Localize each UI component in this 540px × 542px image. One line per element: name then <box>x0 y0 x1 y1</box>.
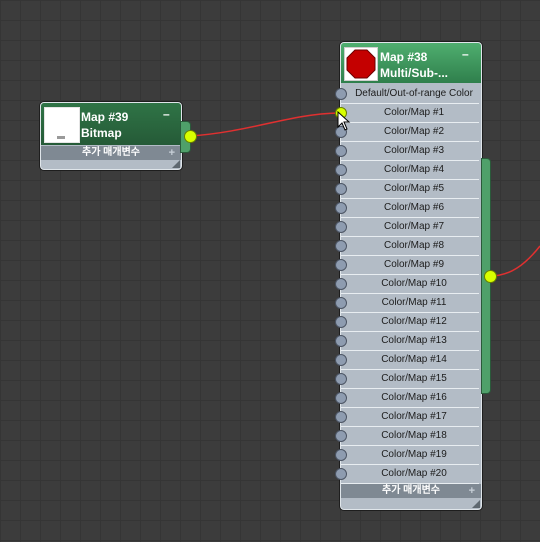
slot-label: Color/Map #8 <box>383 240 445 251</box>
slot-input-port[interactable] <box>335 221 347 233</box>
mouse-cursor-icon <box>337 111 351 131</box>
slot-label: Color/Map #2 <box>383 126 445 137</box>
slot-label: Default/Out-of-range Color <box>355 88 473 99</box>
slot-row[interactable]: Color/Map #19 <box>335 446 479 465</box>
slot-label: Color/Map #3 <box>383 145 445 156</box>
slot-row[interactable]: Color/Map #3 <box>335 142 479 161</box>
slot-label: Color/Map #20 <box>381 468 447 479</box>
slot-label: Color/Map #6 <box>383 202 445 213</box>
connection-wire-output[interactable] <box>489 245 540 277</box>
extra-params-label: 추가 매개변수 <box>82 147 140 158</box>
slot-input-port[interactable] <box>335 278 347 290</box>
slot-input-port[interactable] <box>335 411 347 423</box>
slot-input-port[interactable] <box>335 335 347 347</box>
bitmap-node-title: Map #39 <box>81 110 129 124</box>
collapse-button[interactable]: – <box>462 48 469 60</box>
slot-row[interactable]: Color/Map #10 <box>335 275 479 294</box>
multisub-node-header[interactable]: Map #38 Multi/Sub-... – <box>341 43 481 83</box>
expand-icon[interactable]: + <box>469 484 475 498</box>
slot-input-port[interactable] <box>335 468 347 480</box>
slot-input-port[interactable] <box>335 449 347 461</box>
slot-input-port[interactable] <box>335 373 347 385</box>
multisub-output-port[interactable] <box>484 270 497 283</box>
slot-row[interactable]: Color/Map #8 <box>335 237 479 256</box>
resize-grip-icon[interactable] <box>172 160 180 168</box>
slot-row[interactable]: Color/Map #9 <box>335 256 479 275</box>
bitmap-node-type: Bitmap <box>81 126 122 140</box>
extra-params-bar[interactable]: 추가 매개변수 + <box>341 484 481 498</box>
slot-row[interactable]: Color/Map #17 <box>335 408 479 427</box>
slot-row[interactable]: Color/Map #16 <box>335 389 479 408</box>
slot-input-port[interactable] <box>335 145 347 157</box>
connection-wire-bitmap-to-map1[interactable] <box>189 112 339 137</box>
bitmap-node[interactable]: Map #39 Bitmap – 추가 매개변수 + <box>40 102 182 170</box>
slot-label: Color/Map #12 <box>381 316 447 327</box>
slot-row[interactable]: Color/Map #4 <box>335 161 479 180</box>
slot-label: Color/Map #18 <box>381 430 447 441</box>
multisub-node-title: Map #38 <box>380 50 428 64</box>
extra-params-bar[interactable]: 추가 매개변수 + <box>41 146 181 160</box>
slot-row[interactable]: Default/Out-of-range Color <box>335 85 479 104</box>
slot-row[interactable]: Color/Map #1 <box>335 104 479 123</box>
slot-input-port[interactable] <box>335 240 347 252</box>
collapse-button[interactable]: – <box>163 108 170 120</box>
bitmap-thumbnail <box>44 107 80 143</box>
slot-label: Color/Map #7 <box>383 221 445 232</box>
slot-row[interactable]: Color/Map #5 <box>335 180 479 199</box>
slot-row[interactable]: Color/Map #14 <box>335 351 479 370</box>
slot-label: Color/Map #9 <box>383 259 445 270</box>
slot-label: Color/Map #5 <box>383 183 445 194</box>
slot-row[interactable]: Color/Map #6 <box>335 199 479 218</box>
slot-input-port[interactable] <box>335 164 347 176</box>
slot-input-port[interactable] <box>335 88 347 100</box>
slot-row[interactable]: Color/Map #18 <box>335 427 479 446</box>
slot-input-port[interactable] <box>335 430 347 442</box>
multisub-node-type: Multi/Sub-... <box>380 66 448 80</box>
slot-input-port[interactable] <box>335 183 347 195</box>
slot-row[interactable]: Color/Map #11 <box>335 294 479 313</box>
slot-row[interactable]: Color/Map #15 <box>335 370 479 389</box>
slot-label: Color/Map #16 <box>381 392 447 403</box>
stop-sign-icon <box>344 47 378 81</box>
bitmap-output-port[interactable] <box>184 130 197 143</box>
slot-label: Color/Map #11 <box>381 297 447 308</box>
slot-row[interactable]: Color/Map #20 <box>335 465 479 484</box>
slot-label: Color/Map #1 <box>383 107 445 118</box>
slot-input-port[interactable] <box>335 259 347 271</box>
slot-row[interactable]: Color/Map #12 <box>335 313 479 332</box>
slot-input-port[interactable] <box>335 354 347 366</box>
slot-label: Color/Map #14 <box>381 354 447 365</box>
slot-label: Color/Map #4 <box>383 164 445 175</box>
slot-row[interactable]: Color/Map #2 <box>335 123 479 142</box>
slot-label: Color/Map #17 <box>381 411 447 422</box>
slot-label: Color/Map #13 <box>381 335 447 346</box>
slot-input-port[interactable] <box>335 202 347 214</box>
expand-icon[interactable]: + <box>169 146 175 160</box>
slot-label: Color/Map #10 <box>381 278 447 289</box>
slot-row[interactable]: Color/Map #13 <box>335 332 479 351</box>
resize-grip-icon[interactable] <box>472 500 480 508</box>
multisub-node[interactable]: Map #38 Multi/Sub-... – Default/Out-of-r… <box>335 42 482 510</box>
slot-label: Color/Map #19 <box>381 449 447 460</box>
slot-input-port[interactable] <box>335 392 347 404</box>
slot-row[interactable]: Color/Map #7 <box>335 218 479 237</box>
extra-params-label: 추가 매개변수 <box>382 485 440 496</box>
slot-input-port[interactable] <box>335 316 347 328</box>
slot-label: Color/Map #15 <box>381 373 447 384</box>
slot-input-port[interactable] <box>335 297 347 309</box>
bitmap-node-header[interactable]: Map #39 Bitmap – <box>41 103 181 145</box>
